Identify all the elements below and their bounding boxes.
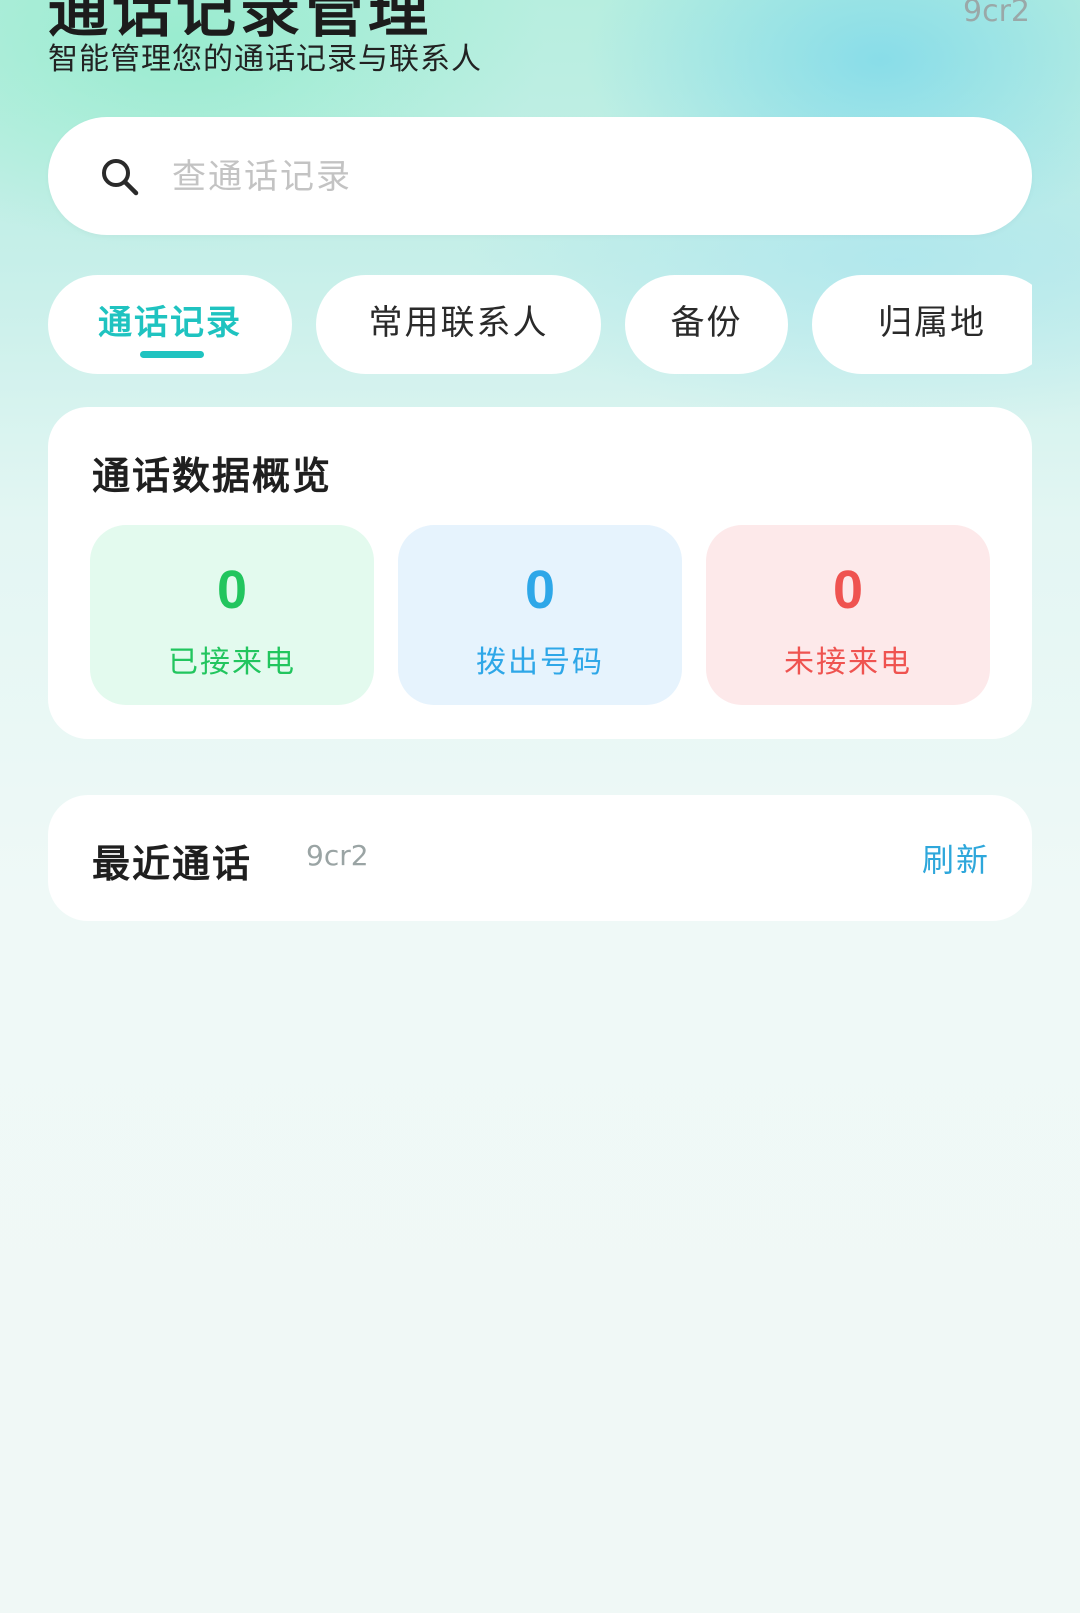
page-subtitle: 智能管理您的通话记录与联系人 xyxy=(48,42,482,77)
search-input[interactable] xyxy=(170,140,994,214)
tab-call-log[interactable]: 通话记录 xyxy=(48,275,292,374)
stat-label: 已接来电 xyxy=(168,645,296,680)
tab-label: 备份 xyxy=(670,303,743,343)
stat-value: 0 xyxy=(524,560,556,620)
search-icon xyxy=(102,159,139,196)
header-tag: 9cr2 xyxy=(962,0,1030,29)
stat-dialed[interactable]: 0 拨出号码 xyxy=(398,525,682,705)
stat-value: 0 xyxy=(216,560,248,620)
tab-active-indicator xyxy=(140,351,204,358)
tab-frequent-contacts[interactable]: 常用联系人 xyxy=(316,275,601,374)
refresh-button[interactable]: 刷新 xyxy=(922,835,990,881)
overview-card: 通话数据概览 0 已接来电 0 拨出号码 0 未接来电 xyxy=(48,407,1032,739)
stat-label: 拨出号码 xyxy=(476,645,604,680)
tab-label: 常用联系人 xyxy=(368,303,549,343)
stat-label: 未接来电 xyxy=(784,645,912,680)
tab-location[interactable]: 归属地 xyxy=(812,275,1032,374)
recent-calls-tag: 9cr2 xyxy=(306,839,369,872)
stat-value: 0 xyxy=(832,560,864,620)
stat-missed[interactable]: 0 未接来电 xyxy=(706,525,990,705)
tab-backup[interactable]: 备份 xyxy=(625,275,788,374)
tab-label: 归属地 xyxy=(878,303,986,343)
stat-answered[interactable]: 0 已接来电 xyxy=(90,525,374,705)
overview-title: 通话数据概览 xyxy=(92,454,333,498)
tab-label: 通话记录 xyxy=(98,303,242,343)
tab-bar: 通话记录 常用联系人 备份 归属地 xyxy=(48,275,1032,374)
recent-calls-card: 最近通话 9cr2 刷新 xyxy=(48,795,1032,921)
recent-calls-title: 最近通话 xyxy=(92,842,253,886)
